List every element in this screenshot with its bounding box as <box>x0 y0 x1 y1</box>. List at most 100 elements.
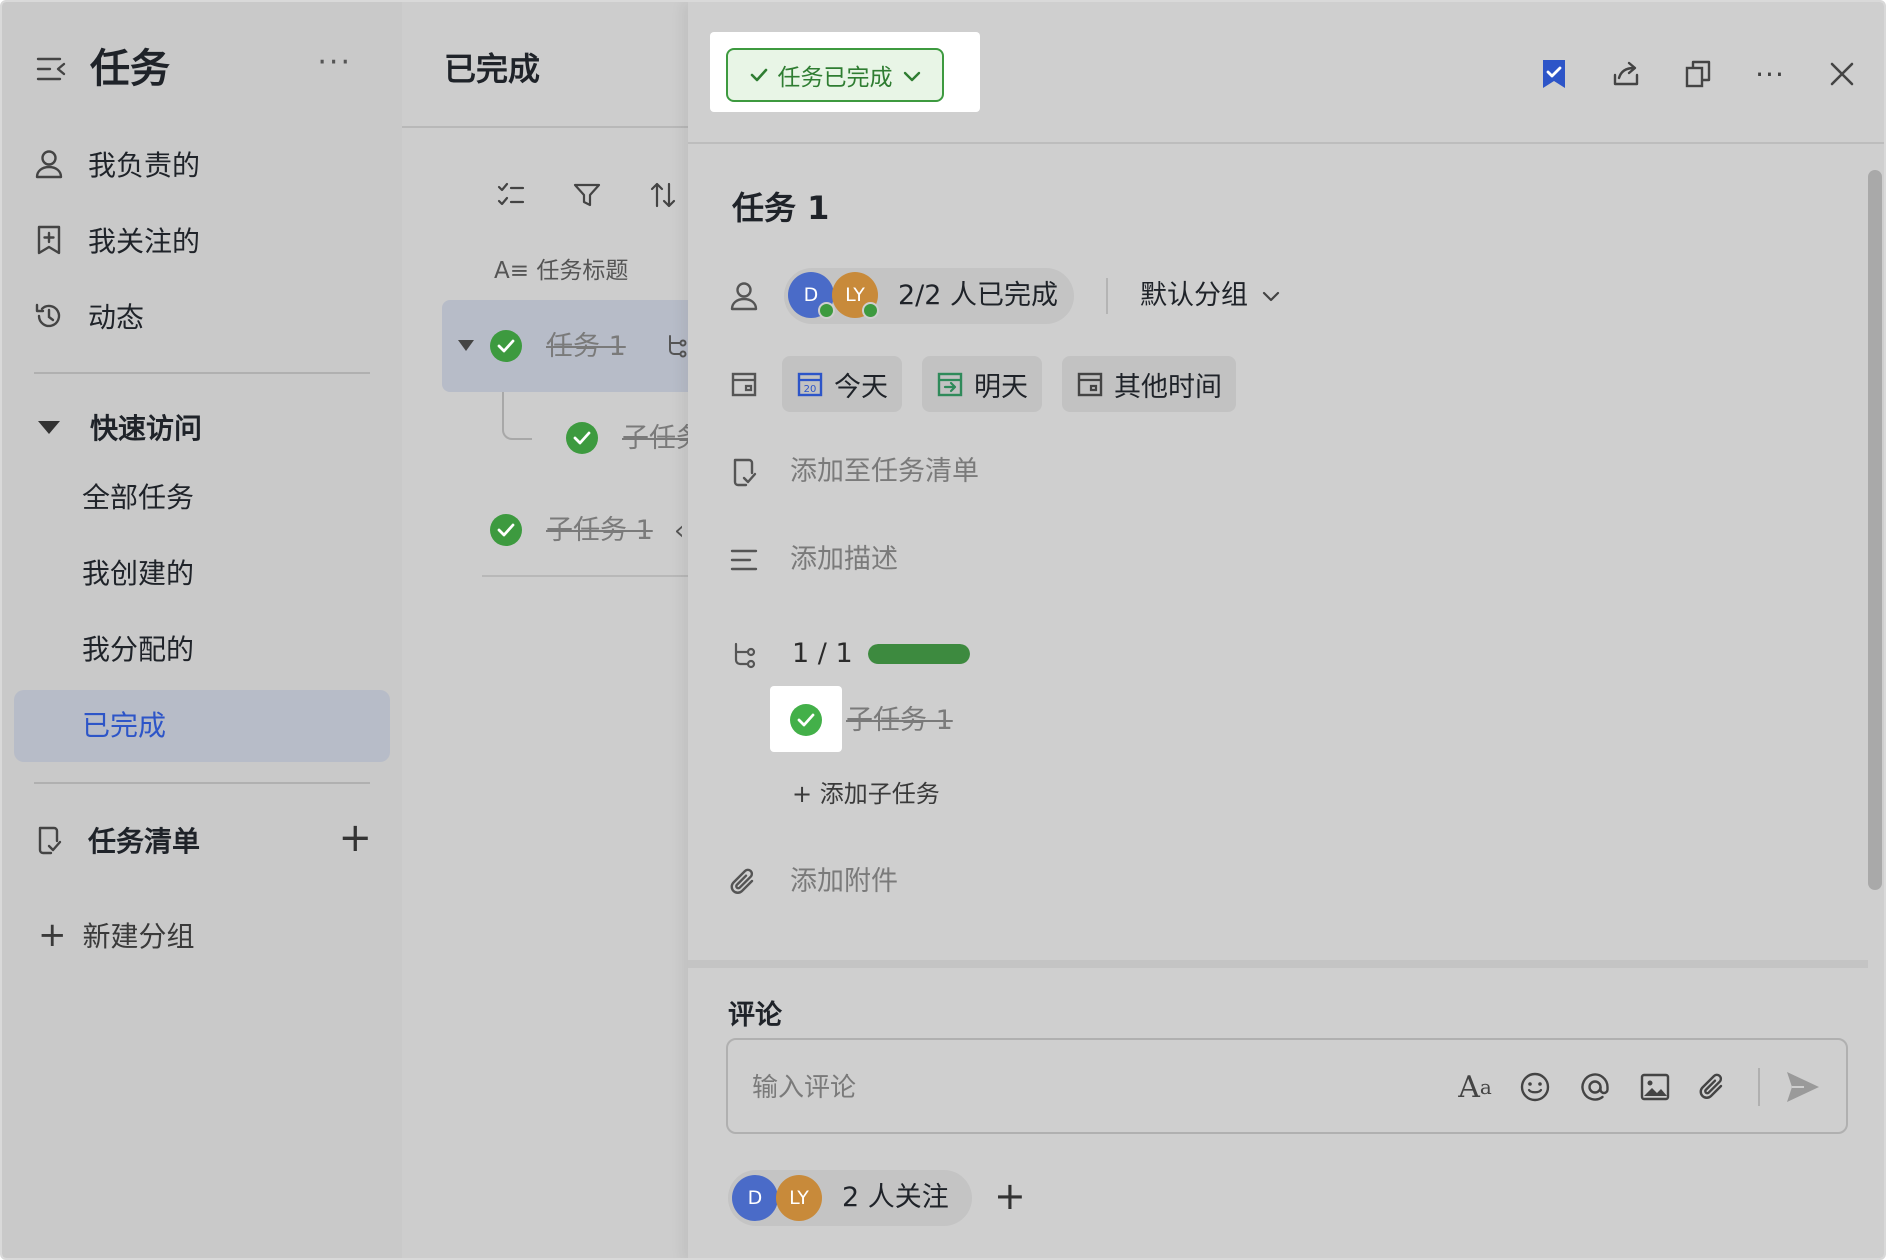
checklist-view-icon[interactable] <box>496 180 530 214</box>
divider <box>482 575 692 577</box>
done-badge-icon <box>862 302 879 319</box>
comment-box: Aa <box>726 1038 1848 1134</box>
emoji-icon[interactable] <box>1516 1068 1554 1106</box>
task-list-section[interactable]: 任务清单 + <box>32 814 372 866</box>
paperclip-icon <box>726 864 762 900</box>
date-tomorrow-button[interactable]: 明天 <box>922 356 1042 412</box>
sidebar-item-assigned-to-me[interactable]: 我负责的 <box>32 134 372 194</box>
subtask-icon <box>726 638 762 674</box>
add-to-task-list-button[interactable]: 添加至任务清单 <box>790 454 979 490</box>
collapse-menu-icon[interactable] <box>36 56 66 86</box>
subtask-progress-bar <box>868 644 970 664</box>
app-window: 任务 ··· 我负责的 我关注的 动态 快速访问 全部任务 我创建的 我分配的 … <box>0 0 1886 1260</box>
divider <box>1758 1068 1760 1106</box>
open-in-window-icon[interactable] <box>1680 56 1716 92</box>
divider <box>1106 278 1108 314</box>
sidebar-header: 任务 ··· <box>32 46 372 92</box>
divider <box>688 960 1868 968</box>
task-title[interactable]: 任务 1 <box>546 330 626 364</box>
sidebar-title: 任务 <box>90 46 170 92</box>
chevron-left-icon: ‹ <box>674 516 685 546</box>
more-icon[interactable]: ··· <box>317 48 352 78</box>
status-label: 任务已完成 <box>777 65 893 91</box>
sidebar-item-label: 动态 <box>88 301 145 334</box>
sort-icon[interactable] <box>648 180 682 214</box>
add-follower-button[interactable]: + <box>994 1174 1026 1218</box>
divider <box>34 372 370 374</box>
history-icon <box>32 299 66 333</box>
sidebar-item-following[interactable]: 我关注的 <box>32 210 372 270</box>
filter-icon[interactable] <box>572 180 606 214</box>
subtask-icon <box>666 334 688 362</box>
sidebar-item-assigned-by-me[interactable]: 我分配的 <box>82 630 194 670</box>
task-list-icon <box>726 454 762 490</box>
done-badge-icon <box>818 302 835 319</box>
text-format-icon[interactable]: Aa <box>1456 1068 1494 1106</box>
completed-check-icon[interactable] <box>490 330 522 362</box>
add-subtask-button[interactable]: + 添加子任务 <box>792 778 940 810</box>
date-other-button[interactable]: 其他时间 <box>1062 356 1236 412</box>
check-icon <box>750 62 768 88</box>
plus-icon: + <box>38 915 67 955</box>
more-icon[interactable]: ··· <box>1752 56 1788 92</box>
bookmark-add-icon <box>32 223 66 257</box>
share-icon[interactable] <box>1608 56 1644 92</box>
task-list-pane: 已完成 A≡ 任务标题 任务 1 子任务 子任务 1 ‹ <box>402 2 692 1258</box>
date-other-label: 其他时间 <box>1114 371 1222 403</box>
subtask-progress-text: 1 / 1 <box>792 638 853 669</box>
task-detail-panel: 任务已完成 ··· 任务 1 D LY 2/2 人已完成 默认分组 20 今天 … <box>688 2 1884 1258</box>
person-icon <box>32 147 66 181</box>
image-icon[interactable] <box>1636 1068 1674 1106</box>
divider <box>688 142 1884 144</box>
task-title[interactable]: 子任务 1 <box>546 514 653 548</box>
task-status-dropdown[interactable]: 任务已完成 <box>726 48 944 102</box>
person-icon <box>726 278 762 314</box>
add-description-button[interactable]: 添加描述 <box>790 542 898 578</box>
tree-connector <box>502 392 532 440</box>
task-list-label: 任务清单 <box>88 825 201 858</box>
new-group-button[interactable]: + 新建分组 <box>38 912 195 958</box>
quick-access-label: 快速访问 <box>90 412 203 445</box>
new-group-label: 新建分组 <box>82 920 195 953</box>
sidebar-item-completed[interactable]: 已完成 <box>82 706 166 746</box>
completed-check-icon[interactable] <box>566 422 598 454</box>
sidebar-item-label: 我负责的 <box>88 149 201 182</box>
subtask-title[interactable]: 子任务 1 <box>846 704 953 738</box>
completed-check-icon[interactable] <box>790 704 822 736</box>
subtask-title[interactable]: 子任务 <box>622 422 692 456</box>
sidebar-item-all-tasks[interactable]: 全部任务 <box>82 478 194 518</box>
sidebar-item-completed-highlight[interactable] <box>14 690 390 762</box>
group-label: 默认分组 <box>1140 280 1248 311</box>
date-today-label: 今天 <box>834 371 888 403</box>
sidebar-item-created-by-me[interactable]: 我创建的 <box>82 554 194 594</box>
chevron-down-icon <box>1262 290 1280 302</box>
calendar-today-icon: 20 <box>796 370 824 398</box>
divider <box>402 126 692 128</box>
group-dropdown[interactable]: 默认分组 <box>1140 278 1280 314</box>
mention-icon[interactable] <box>1576 1068 1614 1106</box>
column-header-title[interactable]: A≡ 任务标题 <box>494 256 628 286</box>
list-title: 已完成 <box>444 50 541 88</box>
description-icon <box>726 542 762 578</box>
avatar: D <box>732 1175 778 1221</box>
calendar-icon <box>726 366 762 402</box>
quick-access-toggle[interactable]: 快速访问 <box>38 402 202 452</box>
assignee-summary: 2/2 人已完成 <box>898 280 1059 311</box>
follow-bookmark-icon[interactable] <box>1536 56 1572 92</box>
completed-check-icon[interactable] <box>490 514 522 546</box>
divider <box>34 782 370 784</box>
caret-down-icon[interactable] <box>458 340 474 351</box>
date-tomorrow-label: 明天 <box>974 371 1028 403</box>
scrollbar[interactable] <box>1868 170 1882 890</box>
calendar-tomorrow-icon <box>936 370 964 398</box>
close-icon[interactable] <box>1824 56 1860 92</box>
add-attachment-button[interactable]: 添加附件 <box>790 864 898 900</box>
task-list-icon <box>32 823 66 857</box>
comment-input[interactable] <box>752 1068 1392 1108</box>
task-title[interactable]: 任务 1 <box>732 186 829 230</box>
add-task-list-button[interactable]: + <box>338 818 372 858</box>
paperclip-icon[interactable] <box>1694 1068 1732 1106</box>
sidebar-item-activity[interactable]: 动态 <box>32 286 372 346</box>
date-today-button[interactable]: 20 今天 <box>782 356 902 412</box>
send-icon[interactable] <box>1784 1068 1822 1106</box>
